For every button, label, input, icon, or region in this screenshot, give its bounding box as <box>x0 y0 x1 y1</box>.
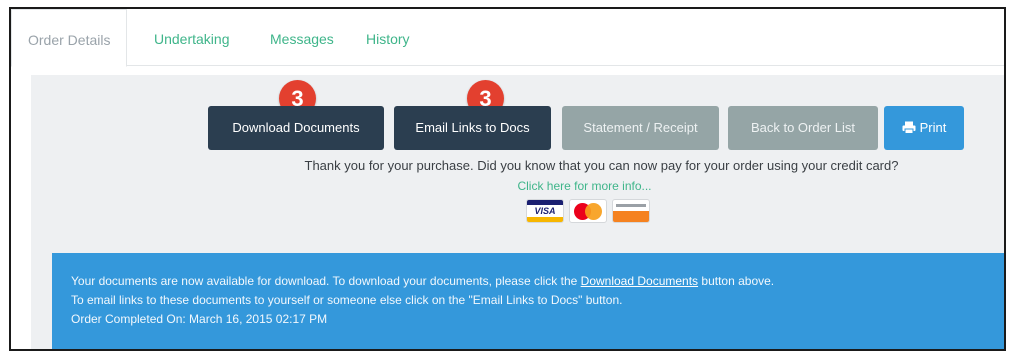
download-notice-alert: Your documents are now available for dow… <box>52 253 1004 349</box>
printer-icon <box>902 121 916 134</box>
tab-undertaking[interactable]: Undertaking <box>138 9 246 66</box>
alert-line-download: Your documents are now available for dow… <box>71 272 1004 291</box>
tab-order-details[interactable]: Order Details <box>11 9 128 67</box>
email-links-button[interactable]: Email Links to Docs <box>394 106 551 150</box>
alert-line-email: To email links to these documents to you… <box>71 293 623 307</box>
tab-history[interactable]: History <box>350 9 426 66</box>
tab-bar: Order Details Undertaking Messages Histo… <box>11 9 1004 67</box>
order-details-panel: 3 3 Download Documents Email Links to Do… <box>31 75 1004 349</box>
discover-icon <box>612 199 650 223</box>
print-button[interactable]: Print <box>884 106 964 150</box>
mastercard-icon <box>569 199 607 223</box>
alert-line1-suffix: button above. <box>698 274 775 288</box>
visa-icon: VISA <box>526 199 564 223</box>
back-to-order-list-button[interactable]: Back to Order List <box>728 106 878 150</box>
order-window: Order Details Undertaking Messages Histo… <box>9 7 1006 351</box>
download-documents-button[interactable]: Download Documents <box>208 106 384 150</box>
statement-receipt-button[interactable]: Statement / Receipt <box>562 106 719 150</box>
print-button-label: Print <box>919 120 947 135</box>
payment-info-message: Thank you for your purchase. Did you kno… <box>304 158 899 173</box>
alert-line1-prefix: Your documents are now available for dow… <box>71 274 581 288</box>
download-documents-link[interactable]: Download Documents <box>581 274 698 288</box>
tab-messages[interactable]: Messages <box>254 9 350 66</box>
more-info-link[interactable]: Click here for more info... <box>31 179 1004 193</box>
credit-card-logos: VISA <box>526 199 656 225</box>
order-completed-date: Order Completed On: March 16, 2015 02:17… <box>71 312 328 326</box>
